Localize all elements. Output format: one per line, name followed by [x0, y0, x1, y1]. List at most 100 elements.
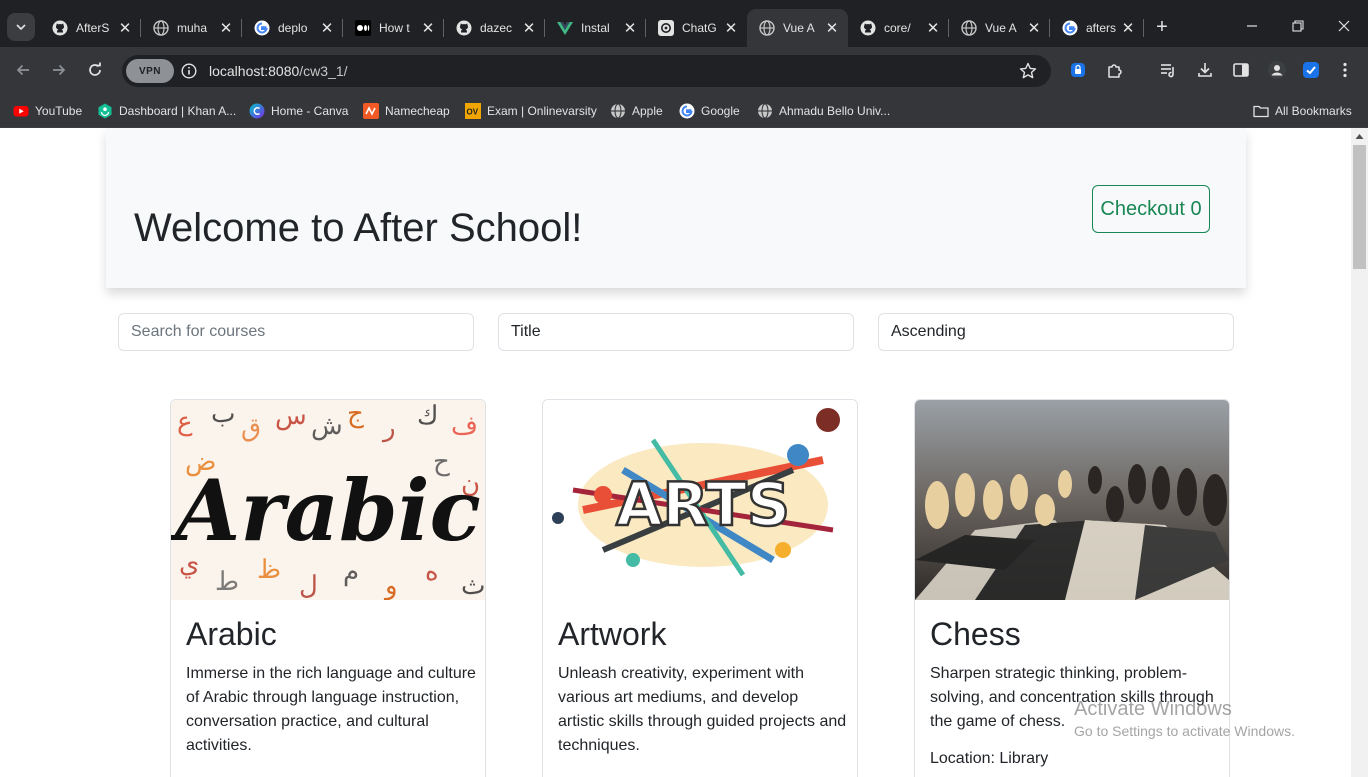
- password-extension-icon[interactable]: [1068, 60, 1088, 80]
- bookmark-apple[interactable]: Apple: [610, 101, 663, 121]
- new-tab-button[interactable]: +: [1150, 15, 1174, 39]
- close-icon[interactable]: ✕: [218, 20, 234, 37]
- url-path: /cw3_1/: [299, 63, 348, 79]
- bookmark-label: Dashboard | Khan A...: [119, 104, 237, 118]
- browser-tab[interactable]: core/ ✕: [848, 9, 949, 47]
- restore-button[interactable]: [1286, 14, 1310, 38]
- reload-button[interactable]: [84, 59, 106, 81]
- google-icon: [1062, 20, 1078, 36]
- bookmark-onlinevarsity[interactable]: OV Exam | Onlinevarsity: [465, 101, 597, 121]
- sort-order-value: Ascending: [891, 323, 966, 340]
- vertical-scrollbar[interactable]: [1351, 128, 1368, 777]
- tab-search-button[interactable]: [7, 13, 35, 41]
- browser-tab[interactable]: AfterS ✕: [40, 9, 141, 47]
- browser-tab[interactable]: ChatG ✕: [646, 9, 747, 47]
- course-description: Immerse in the rich language and culture…: [186, 665, 476, 754]
- github-icon: [456, 20, 472, 36]
- browser-tab[interactable]: dazec ✕: [444, 9, 545, 47]
- close-icon[interactable]: ✕: [925, 20, 941, 37]
- close-icon[interactable]: ✕: [723, 20, 739, 37]
- close-icon[interactable]: ✕: [622, 20, 638, 37]
- svg-text:ل: ل: [299, 571, 318, 600]
- address-bar[interactable]: VPN localhost:8080/cw3_1/: [122, 55, 1051, 87]
- media-queue-icon[interactable]: [1158, 60, 1178, 80]
- browser-tab[interactable]: muha ✕: [141, 9, 242, 47]
- svg-text:ك: ك: [417, 401, 438, 431]
- tab-title: deplo: [278, 21, 308, 35]
- plus-icon: +: [1156, 15, 1168, 38]
- scrollbar-thumb[interactable]: [1353, 145, 1366, 269]
- sort-field-select[interactable]: Title: [498, 313, 854, 351]
- course-card: Chess Sharpen strategic thinking, proble…: [914, 399, 1230, 777]
- tab-title: Vue A: [985, 21, 1017, 35]
- browser-tab[interactable]: Vue A ✕: [949, 9, 1050, 47]
- bookmark-star-icon[interactable]: [1018, 61, 1038, 81]
- checkout-button[interactable]: Checkout 0: [1092, 185, 1210, 233]
- extensions-puzzle-icon[interactable]: [1105, 60, 1125, 80]
- scroll-up-arrow-icon[interactable]: [1355, 132, 1364, 141]
- svg-text:ف: ف: [451, 411, 478, 441]
- svg-text:ب: ب: [211, 400, 235, 429]
- course-description: Sharpen strategic thinking, problem-solv…: [930, 665, 1214, 730]
- search-input[interactable]: [131, 323, 461, 341]
- profile-avatar-icon[interactable]: [1267, 60, 1287, 80]
- search-field[interactable]: [118, 313, 474, 351]
- course-title: Arabic: [186, 616, 277, 652]
- close-icon[interactable]: ✕: [117, 20, 133, 37]
- bookmark-canva[interactable]: Home - Canva: [249, 101, 348, 121]
- course-card: عبق سشج ركف ضحن يطظ لمو هث Arabic Arabic…: [170, 399, 486, 777]
- browser-tab-active[interactable]: Vue A ✕: [747, 9, 848, 47]
- svg-text:ARTS: ARTS: [616, 470, 790, 540]
- menu-kebab-icon[interactable]: [1335, 60, 1355, 80]
- tab-title: ChatG: [682, 21, 717, 35]
- forward-button[interactable]: [48, 59, 70, 81]
- page-viewport: Welcome to After School! Checkout 0 Titl…: [0, 128, 1351, 777]
- chevron-down-icon: [16, 24, 26, 31]
- browser-tab[interactable]: Instal ✕: [545, 9, 646, 47]
- bookmark-google[interactable]: Google: [679, 101, 740, 121]
- url-text[interactable]: localhost:8080/cw3_1/: [209, 63, 348, 79]
- globe-icon: [757, 103, 773, 119]
- close-icon[interactable]: ✕: [420, 20, 436, 37]
- chessboard-image: [915, 400, 1229, 600]
- close-window-button[interactable]: [1332, 14, 1356, 38]
- course-card: ARTS Artwork Unleash creativity, experim…: [542, 399, 858, 777]
- close-icon[interactable]: ✕: [824, 20, 840, 37]
- arabic-calligraphy-image: عبق سشج ركف ضحن يطظ لمو هث Arabic: [171, 400, 485, 600]
- close-icon[interactable]: ✕: [1120, 20, 1136, 37]
- tab-title: How t: [379, 21, 410, 35]
- all-bookmarks-button[interactable]: All Bookmarks: [1253, 101, 1352, 121]
- onlinevarsity-icon: OV: [465, 103, 481, 119]
- arts-splash-image: ARTS: [543, 400, 857, 600]
- browser-tab[interactable]: deplo ✕: [242, 9, 343, 47]
- browser-tab-strip: AfterS ✕ muha ✕ deplo ✕ How t ✕ dazec ✕ …: [0, 0, 1368, 47]
- globe-icon: [610, 103, 626, 119]
- browser-tab[interactable]: afters ✕: [1050, 9, 1144, 47]
- bookmark-label: Namecheap: [385, 104, 450, 118]
- vpn-badge[interactable]: VPN: [126, 59, 174, 83]
- side-panel-icon[interactable]: [1231, 60, 1251, 80]
- download-icon[interactable]: [1195, 60, 1215, 80]
- bookmark-ahmadu-bello[interactable]: Ahmadu Bello Univ...: [757, 101, 890, 121]
- svg-text:ر: ر: [381, 413, 396, 443]
- bookmark-namecheap[interactable]: Namecheap: [363, 101, 450, 121]
- canva-icon: [249, 103, 265, 119]
- svg-text:Arabic: Arabic: [171, 461, 481, 560]
- bookmark-khan-academy[interactable]: Dashboard | Khan A...: [97, 101, 236, 121]
- tab-title: AfterS: [76, 21, 110, 35]
- back-button[interactable]: [12, 59, 34, 81]
- checkmark-extension-icon[interactable]: [1301, 60, 1321, 80]
- close-icon[interactable]: ✕: [521, 20, 537, 37]
- close-icon[interactable]: ✕: [1026, 20, 1042, 37]
- bookmark-label: Exam | Onlinevarsity: [487, 104, 597, 118]
- minimize-button[interactable]: [1240, 14, 1264, 38]
- bookmark-label: Apple: [632, 104, 663, 118]
- tab-title: Instal: [581, 21, 610, 35]
- site-info-icon[interactable]: [181, 63, 197, 79]
- close-icon[interactable]: ✕: [319, 20, 335, 37]
- bookmark-youtube[interactable]: YouTube: [13, 101, 82, 121]
- browser-tab[interactable]: How t ✕: [343, 9, 444, 47]
- close-icon: [1338, 20, 1350, 32]
- sort-order-select[interactable]: Ascending: [878, 313, 1234, 351]
- hero-header: Welcome to After School! Checkout 0: [106, 128, 1246, 288]
